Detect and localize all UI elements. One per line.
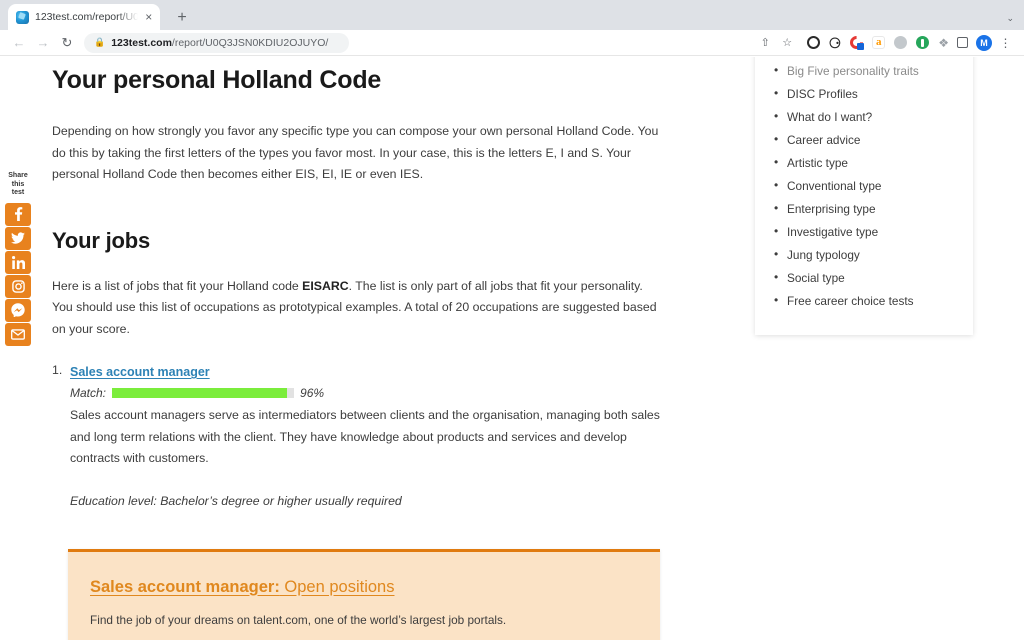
sidebar-item-free-career-choice-tests[interactable]: Free career choice tests [773,289,955,313]
article-content: Your personal Holland Code Depending on … [52,57,664,640]
forward-icon[interactable]: → [32,32,54,54]
address-bar-url: 123test.com/report/U0Q3JSN0KDIU2OJUYO/ [111,37,328,49]
address-bar[interactable]: 🔒 123test.com/report/U0Q3JSN0KDIU2OJUYO/ [84,32,349,53]
extension-gear-icon[interactable] [806,36,820,49]
bookmark-star-icon[interactable]: ☆ [779,34,796,51]
share-messenger-icon[interactable] [5,298,31,322]
extension-swirl-icon[interactable]: ⚆ [829,36,842,50]
tab-title: 123test.com/report/U0Q3JSN [35,11,138,23]
share-twitter-icon[interactable] [5,226,31,250]
avatar[interactable]: M [976,34,992,51]
sidebar-item-what-do-i-want[interactable]: What do I want? [773,105,955,129]
extension-redblue-icon[interactable] [850,36,865,50]
share-label-line1: Share [8,172,28,179]
match-label: Match: [70,386,107,400]
share-label-line3: test [11,189,25,196]
sidebar-item-social-type[interactable]: Social type [773,266,955,290]
extension-icons: ⚆ a ❖ [806,36,949,50]
job-title-link[interactable]: Sales account manager [70,365,210,379]
jobs-intro: Here is a list of jobs that fit your Hol… [52,276,664,341]
toolbar-actions: ⇧ ☆ ⚆ a ❖ M ⋮ [757,34,1016,51]
job-list: Sales account manager Match: 96% Sales a… [52,363,664,512]
extension-amazon-icon[interactable]: a [872,36,886,49]
share-rail: Share this test [4,172,32,347]
share-linkedin-icon[interactable] [5,250,31,274]
related-links-card: Big Five personality traits DISC Profile… [755,57,973,335]
sidebar-item-jung-typology[interactable]: Jung typology [773,243,955,267]
holland-paragraph: Depending on how strongly you favor any … [52,124,659,181]
sidebar-item-enterprising-type[interactable]: Enterprising type [773,197,955,221]
site-favicon [16,10,29,24]
sidebar-item-investigative-type[interactable]: Investigative type [773,220,955,244]
match-progress-fill [112,388,287,398]
side-panel-icon[interactable] [954,34,971,51]
extension-gray-circle-icon[interactable] [894,36,908,49]
browser-tab[interactable]: 123test.com/report/U0Q3JSN × [8,4,160,30]
reload-icon[interactable]: ↻ [56,32,78,54]
share-email-icon[interactable] [5,322,31,346]
extensions-puzzle-icon[interactable]: ❖ [938,37,949,49]
browser-toolbar: ← → ↻ 🔒 123test.com/report/U0Q3JSN0KDIU2… [0,30,1024,56]
job-education-level: Education level: Bachelor’s degree or hi… [70,493,402,508]
share-rail-label: Share this test [8,172,27,198]
share-icon[interactable]: ⇧ [757,34,774,51]
page-title: Your personal Holland Code [52,66,382,94]
match-percent: 96% [300,386,325,400]
sidebar-item-artistic-type[interactable]: Artistic type [773,151,955,175]
browser-window: 123test.com/report/U0Q3JSN × + ⌄ ← → ↻ 🔒… [0,0,1024,640]
lock-icon: 🔒 [94,37,106,47]
sidebar-item-disc-profiles[interactable]: DISC Profiles [773,82,955,106]
jobs-intro-before: Here is a list of jobs that fit your Hol… [52,278,303,293]
url-domain: 123test.com [111,36,172,49]
related-links-list: Big Five personality traits DISC Profile… [773,59,955,313]
match-progress-bar [112,388,295,398]
share-facebook-icon[interactable] [5,202,31,226]
promo-subtitle: Find the job of your dreams on talent.co… [90,612,507,627]
jobs-heading: Your jobs [52,227,151,253]
open-positions-promo: Sales account manager: Open positions Fi… [68,548,660,640]
list-item: Sales account manager Match: 96% Sales a… [52,363,664,512]
promo-title-bold: Sales account manager: [90,577,280,596]
job-description: Sales account managers serve as intermed… [70,408,660,465]
share-instagram-icon[interactable] [5,274,31,298]
chevron-down-icon[interactable]: ⌄ [1006,13,1014,24]
tab-strip: 123test.com/report/U0Q3JSN × + ⌄ [0,0,1024,30]
match-row: Match: 96% [70,386,664,400]
extension-green-circle-icon[interactable] [916,36,930,49]
url-path: /report/U0Q3JSN0KDIU2OJUYO/ [171,36,329,49]
share-label-line2: this [11,180,25,188]
close-icon[interactable]: × [144,11,154,23]
holland-code-value: EISARC [302,278,349,293]
back-icon[interactable]: ← [8,32,30,54]
page-viewport: Share this test Your personal Holland Co… [0,57,1024,640]
sidebar-item-conventional-type[interactable]: Conventional type [773,174,955,198]
sidebar-item-big-five[interactable]: Big Five personality traits [773,59,955,83]
new-tab-button[interactable]: + [172,10,192,26]
chrome-menu-icon[interactable]: ⋮ [997,34,1014,51]
sidebar-item-career-advice[interactable]: Career advice [773,128,955,152]
promo-title-normal: Open positions [279,577,395,596]
promo-title[interactable]: Sales account manager: Open positions [90,578,638,597]
